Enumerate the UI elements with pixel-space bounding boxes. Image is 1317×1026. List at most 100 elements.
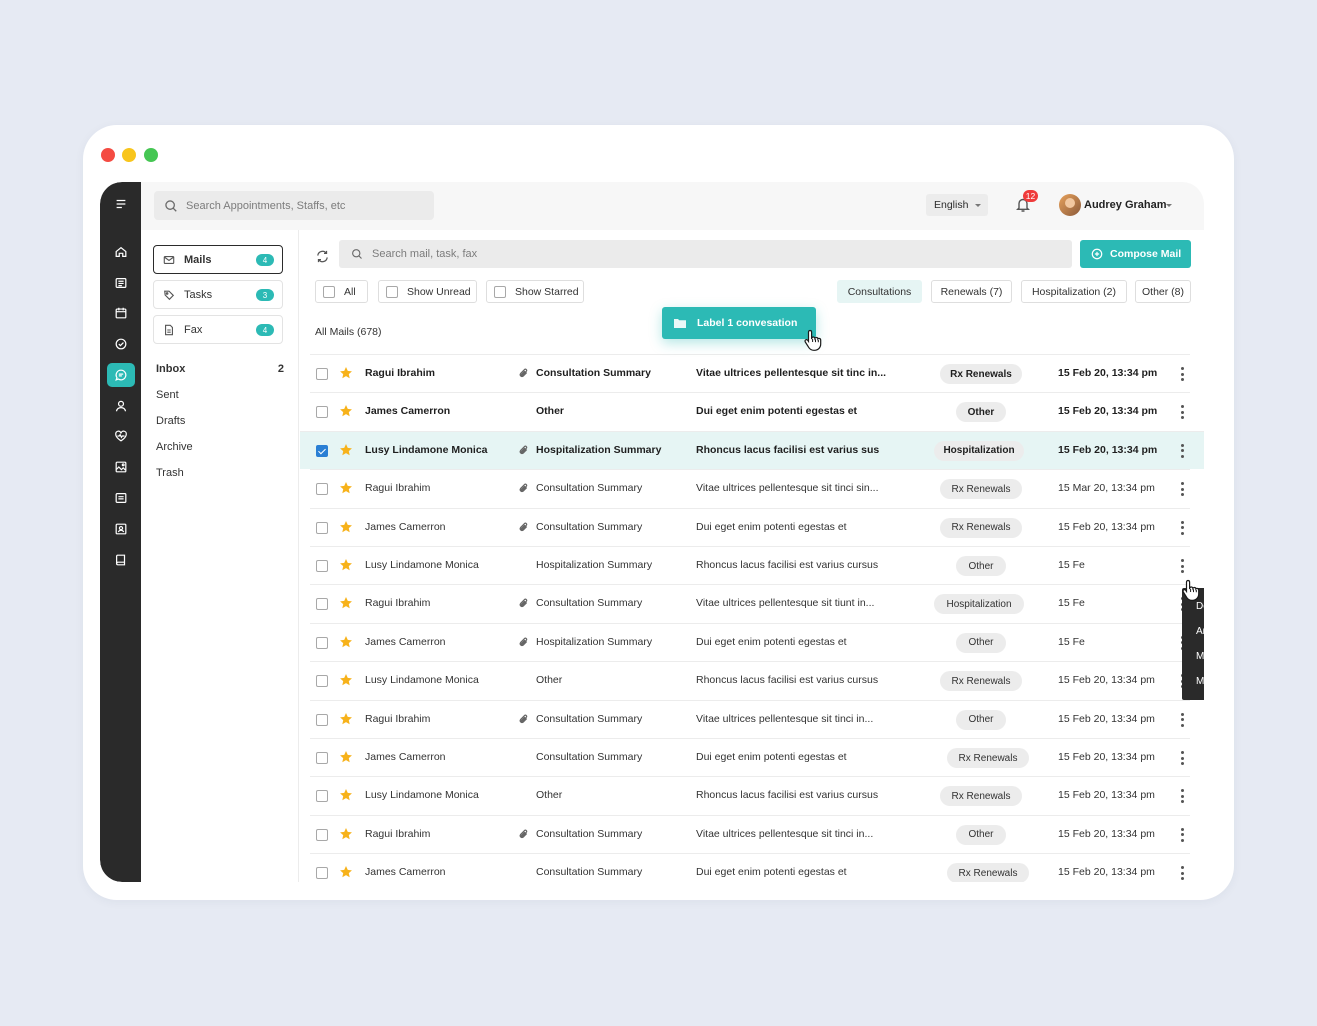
table-row[interactable]: James Camerron Consultation Summary Dui eg… — [310, 738, 1190, 776]
table-row[interactable]: Ragui Ibrahim Consultation Summary Vitae u… — [310, 699, 1190, 738]
nav-item-trash[interactable]: Trash — [156, 467, 284, 479]
table-row[interactable]: Lusy Lindamone Monica Other Rhoncus lacus … — [310, 776, 1190, 814]
row-checkbox[interactable] — [316, 521, 328, 534]
more-vertical-icon[interactable] — [1176, 480, 1188, 498]
more-vertical-icon[interactable] — [1176, 365, 1188, 383]
language-select[interactable]: English — [926, 194, 988, 216]
book-icon[interactable] — [107, 548, 135, 572]
row-checkbox[interactable] — [316, 444, 328, 457]
star-icon[interactable] — [339, 520, 354, 535]
check-circle-icon[interactable] — [107, 332, 135, 356]
global-search-input[interactable]: Search Appointments, Staffs, etc — [154, 191, 434, 220]
table-row[interactable]: Ragui Ibrahim Consultation Summary Vitae u… — [310, 354, 1190, 392]
row-checkbox[interactable] — [316, 636, 328, 649]
row-checkbox[interactable] — [316, 483, 328, 496]
nav-item-drafts[interactable]: Drafts — [156, 415, 284, 427]
refresh-icon[interactable] — [315, 249, 331, 265]
row-checkbox[interactable] — [316, 867, 328, 880]
table-row[interactable]: Ragui Ibrahim Consultation Summary Vitae u… — [310, 584, 1190, 622]
table-row[interactable]: James Camerron Hospitalization Summary Dui… — [310, 622, 1190, 661]
table-row[interactable]: Ragui Ibrahim Consultation Summary Vitae u… — [310, 814, 1190, 853]
more-vertical-icon[interactable] — [1176, 519, 1188, 537]
row-checkbox[interactable] — [316, 368, 328, 380]
table-row[interactable]: Lusy Lindamone Monica Hospitalization Sum… — [310, 546, 1190, 584]
star-icon[interactable] — [339, 712, 354, 727]
star-icon[interactable] — [339, 443, 354, 458]
nav-item-sent[interactable]: Sent — [156, 389, 284, 401]
filter-checkbox[interactable] — [323, 285, 335, 298]
table-row[interactable]: James Camerron Other Dui eget enim potenti… — [310, 392, 1190, 430]
table-row[interactable]: James Camerron Consultation Summary Dui eg… — [310, 853, 1190, 882]
more-vertical-icon[interactable] — [1176, 711, 1188, 729]
folder-tab-tasks[interactable]: Tasks 3 — [153, 280, 283, 309]
chip-consultations[interactable]: Consultations — [837, 280, 922, 303]
row-checkbox[interactable] — [316, 828, 328, 841]
star-icon[interactable] — [339, 865, 354, 880]
window-maximize-dot[interactable] — [144, 148, 158, 162]
nav-item-inbox[interactable]: Inbox 2 — [156, 363, 284, 375]
table-row[interactable]: James Camerron Consultation Summary Dui eg… — [310, 507, 1190, 546]
more-vertical-icon[interactable] — [1176, 442, 1188, 460]
calendar-icon[interactable] — [107, 301, 135, 325]
heart-pulse-icon[interactable] — [107, 424, 135, 448]
table-row[interactable]: Lusy Lindamone Monica Other Rhoncus lacus … — [310, 661, 1190, 699]
menu-item-mark-read[interactable]: Mark as read — [1182, 644, 1204, 669]
filter-all[interactable]: All — [315, 280, 368, 303]
star-icon[interactable] — [339, 673, 354, 688]
row-checkbox[interactable] — [316, 790, 328, 803]
chip-hospitalization[interactable]: Hospitalization (2) — [1021, 280, 1127, 303]
folder-tab-mails[interactable]: Mails 4 — [153, 245, 283, 274]
menu-item-archive[interactable]: Archieve — [1182, 619, 1204, 644]
image-icon[interactable] — [107, 455, 135, 479]
row-checkbox[interactable] — [316, 406, 328, 419]
star-icon[interactable] — [339, 366, 354, 381]
user-menu-chevron-icon[interactable] — [1166, 204, 1172, 207]
folder-tab-label: Mails — [184, 253, 212, 266]
chip-other[interactable]: Other (8) — [1135, 280, 1191, 303]
user-icon[interactable] — [107, 394, 135, 418]
label-conversation-button[interactable]: Label 1 convesation — [662, 307, 816, 339]
contact-card-icon[interactable] — [107, 517, 135, 541]
window-close-dot[interactable] — [101, 148, 115, 162]
row-checkbox[interactable] — [316, 752, 328, 764]
user-name[interactable]: Audrey Graham — [1084, 199, 1167, 211]
filter-show-unread[interactable]: Show Unread — [378, 280, 477, 303]
chat-icon[interactable] — [107, 363, 135, 387]
folder-tab-fax[interactable]: Fax 4 — [153, 315, 283, 344]
count-badge: 4 — [256, 324, 274, 336]
filter-checkbox[interactable] — [386, 285, 398, 298]
star-icon[interactable] — [339, 404, 354, 419]
more-vertical-icon[interactable] — [1176, 787, 1188, 805]
compose-mail-button[interactable]: Compose Mail — [1080, 240, 1191, 268]
star-icon[interactable] — [339, 558, 354, 573]
home-icon[interactable] — [107, 240, 135, 264]
menu-item-mark-unread[interactable]: Mark as unread — [1182, 669, 1204, 694]
star-icon[interactable] — [339, 596, 354, 611]
chip-renewals[interactable]: Renewals (7) — [931, 280, 1012, 303]
nav-item-archive[interactable]: Archive — [156, 441, 284, 453]
more-vertical-icon[interactable] — [1176, 403, 1188, 421]
more-vertical-icon[interactable] — [1176, 826, 1188, 844]
table-row[interactable]: Ragui Ibrahim Consultation Summary Vitae u… — [310, 469, 1190, 507]
window-minimize-dot[interactable] — [122, 148, 136, 162]
list-icon[interactable] — [107, 271, 135, 295]
avatar[interactable] — [1059, 194, 1081, 216]
star-icon[interactable] — [339, 750, 354, 765]
star-icon[interactable] — [339, 481, 354, 496]
row-checkbox[interactable] — [316, 713, 328, 726]
message-square-icon[interactable] — [107, 486, 135, 510]
filter-show-starred[interactable]: Show Starred — [486, 280, 584, 303]
more-vertical-icon[interactable] — [1176, 864, 1188, 882]
menu-icon[interactable] — [107, 192, 135, 216]
row-checkbox[interactable] — [316, 675, 328, 688]
more-vertical-icon[interactable] — [1176, 557, 1188, 575]
table-row[interactable]: Lusy Lindamone Monica Hospitalization Sum… — [300, 430, 1204, 469]
star-icon[interactable] — [339, 788, 354, 803]
star-icon[interactable] — [339, 827, 354, 842]
row-checkbox[interactable] — [316, 598, 328, 611]
row-checkbox[interactable] — [316, 560, 328, 572]
mail-search-input[interactable]: Search mail, task, fax — [339, 240, 1072, 268]
more-vertical-icon[interactable] — [1176, 749, 1188, 767]
filter-checkbox[interactable] — [494, 285, 506, 298]
star-icon[interactable] — [339, 635, 354, 650]
